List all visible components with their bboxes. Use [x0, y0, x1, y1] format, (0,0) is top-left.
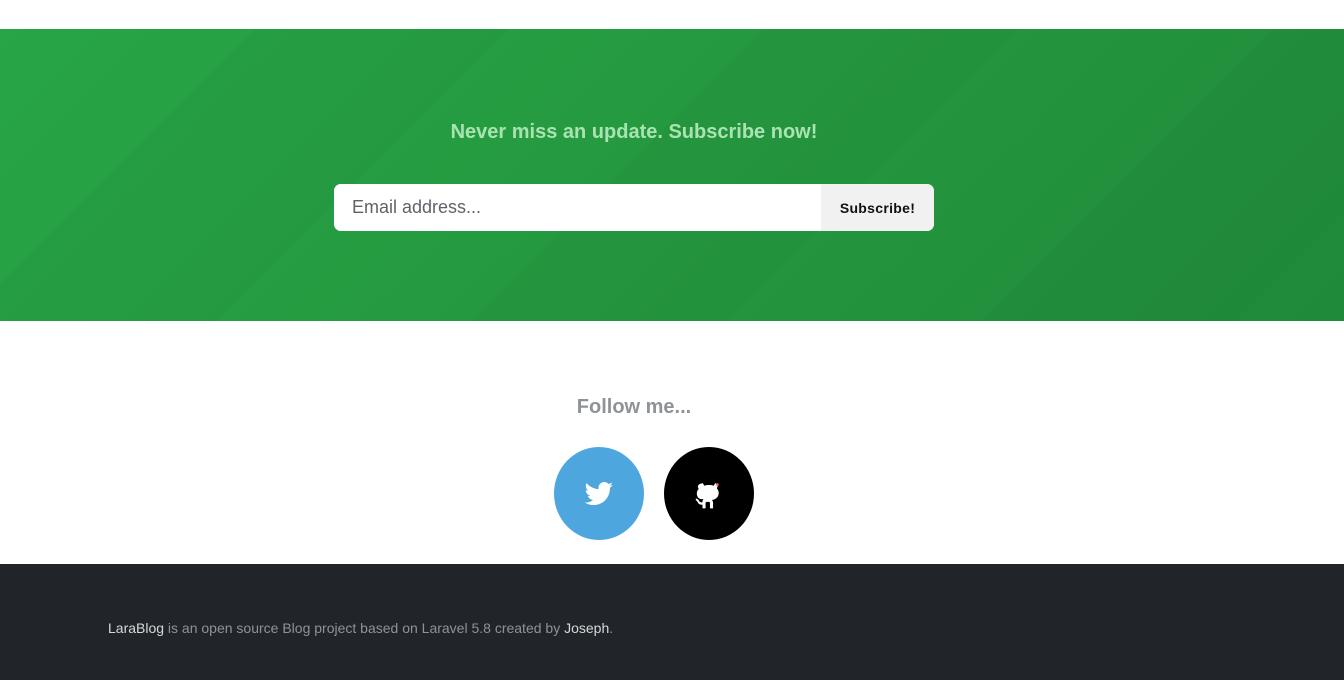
footer-credit: LaraBlog is an open source Blog project … [108, 620, 613, 636]
subscribe-button[interactable]: Subscribe! [821, 184, 934, 231]
follow-section: Follow me... [0, 321, 1344, 564]
twitter-link[interactable] [554, 447, 644, 540]
follow-title: Follow me... [576, 396, 692, 418]
top-strip [0, 0, 1344, 29]
footer-description: is an open source Blog project based on … [164, 620, 565, 636]
footer-period: . [609, 620, 614, 636]
footer: LaraBlog is an open source Blog project … [0, 564, 1344, 680]
subscribe-title: Never miss an update. Subscribe now! [450, 121, 818, 143]
email-input[interactable] [334, 184, 821, 231]
author-link[interactable]: Joseph [564, 620, 609, 636]
larablog-link[interactable]: LaraBlog [108, 620, 164, 636]
subscribe-form: Subscribe! [334, 184, 934, 231]
twitter-icon [584, 481, 613, 505]
github-link[interactable] [664, 447, 754, 540]
subscribe-section: Never miss an update. Subscribe now! Sub… [0, 29, 1344, 321]
github-icon [695, 482, 719, 508]
